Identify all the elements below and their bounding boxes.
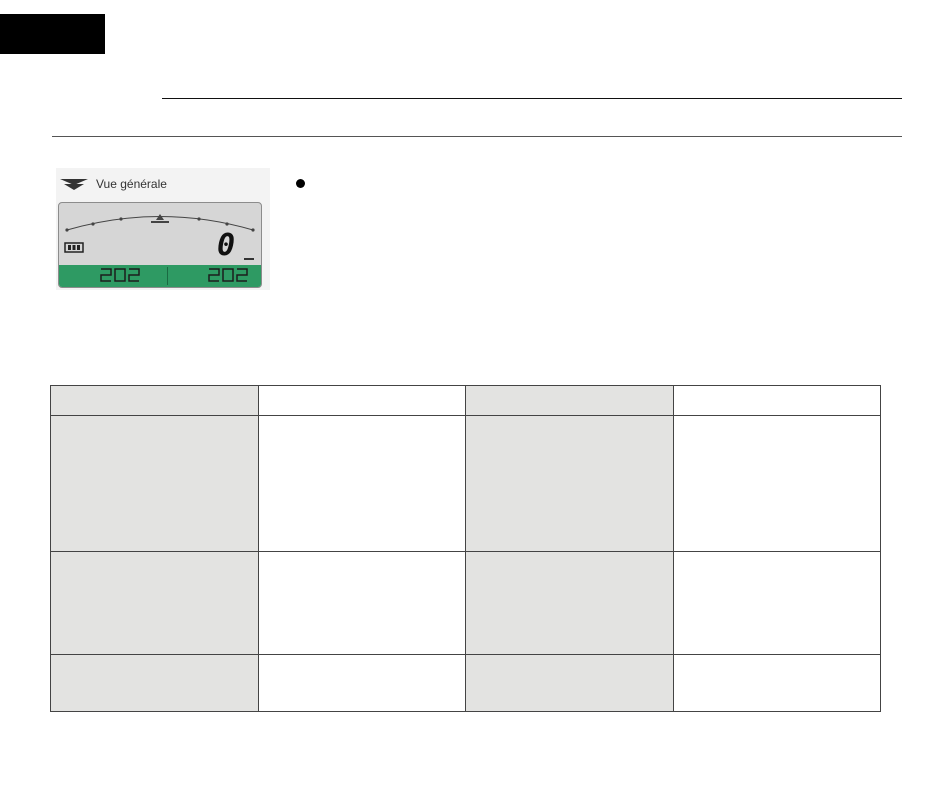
table-row	[50, 415, 881, 552]
info-table	[50, 385, 881, 712]
table-cell	[465, 551, 674, 655]
table-cell	[257, 654, 466, 712]
table-cell	[50, 654, 259, 712]
bullet-point	[296, 179, 305, 188]
table-cell	[50, 385, 259, 416]
lcd-status-band	[59, 265, 261, 287]
table-cell	[672, 654, 881, 712]
table-row	[50, 551, 881, 655]
battery-icon	[64, 242, 84, 253]
table-cell	[672, 415, 881, 552]
table-cell	[257, 415, 466, 552]
header-divider	[162, 98, 902, 99]
panel-header: Vue générale	[60, 176, 167, 192]
table-cell	[50, 415, 259, 552]
table-cell	[257, 551, 466, 655]
black-header-tab	[0, 14, 105, 54]
table-cell	[465, 415, 674, 552]
table-cell	[465, 385, 674, 416]
table-row	[50, 654, 881, 712]
chevron-down-icon	[60, 179, 88, 190]
lcd-screen: 0	[58, 202, 262, 288]
lcd-speed-value: 0	[217, 228, 236, 263]
section-divider	[52, 136, 902, 137]
table-cell	[672, 551, 881, 655]
panel-caption: Vue générale	[96, 177, 167, 191]
table-row	[50, 385, 881, 416]
table-cell	[257, 385, 466, 416]
table-cell	[465, 654, 674, 712]
table-cell	[672, 385, 881, 416]
table-cell	[50, 551, 259, 655]
display-panel-illustration: Vue générale 0	[56, 168, 270, 290]
